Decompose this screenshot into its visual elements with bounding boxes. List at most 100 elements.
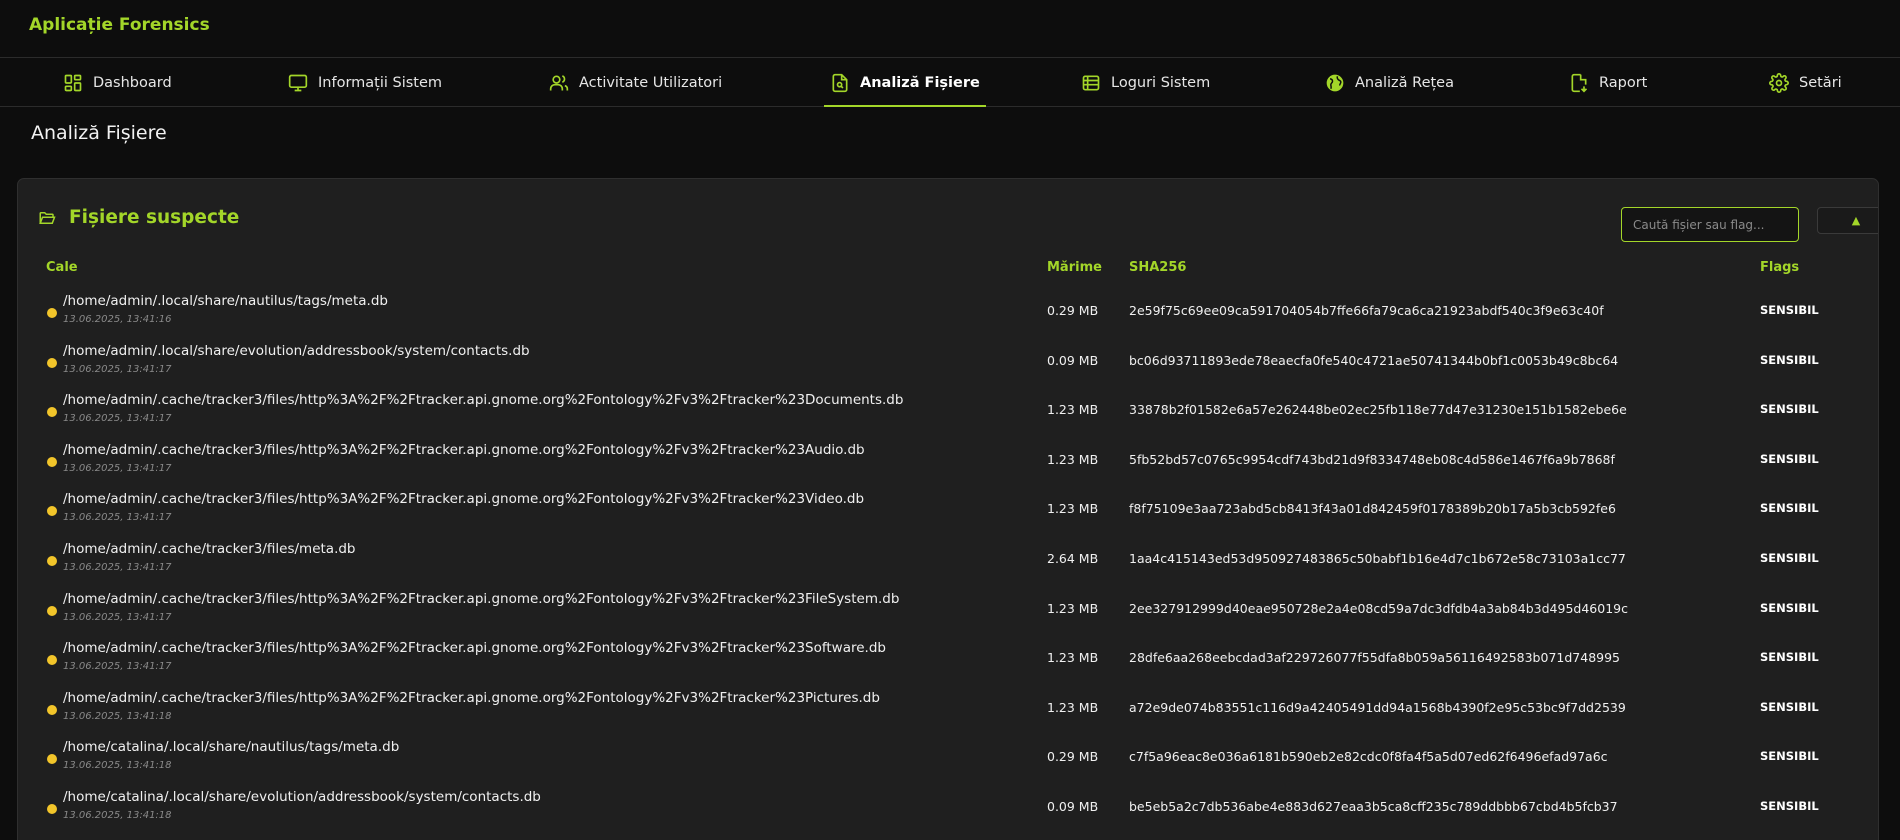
table-row[interactable]: /home/admin/.cache/tracker3/files/http%3… — [18, 630, 1878, 680]
flag-badge: SENSIBIL — [1760, 699, 1819, 714]
file-sha256: be5eb5a2c7db536abe4e883d627eaa3b5ca8cff2… — [1129, 798, 1618, 814]
file-sha256: 2ee327912999d40eae950728e2a4e08cd59a7dc3… — [1129, 600, 1628, 616]
file-timestamp: 13.06.2025, 13:41:17 — [63, 561, 172, 573]
file-size: 1.23 MB — [1047, 402, 1099, 418]
suspicious-files-card: Fișiere suspecte ▲ Cale Mărime SHA256 Fl… — [17, 178, 1879, 840]
page-title: Analiză Fișiere — [31, 122, 167, 144]
file-size: 0.09 MB — [1047, 352, 1099, 368]
file-path: /home/admin/.cache/tracker3/files/meta.d… — [63, 540, 356, 557]
table-row[interactable]: /home/admin/.cache/tracker3/files/http%3… — [18, 382, 1878, 432]
column-header-path[interactable]: Cale — [46, 260, 78, 275]
file-path: /home/admin/.cache/tracker3/files/http%3… — [63, 441, 865, 458]
card-header: Fișiere suspecte — [38, 207, 239, 228]
status-dot-icon — [47, 754, 57, 765]
file-timestamp: 13.06.2025, 13:41:17 — [63, 512, 172, 524]
nav-item-label: Analiză Rețea — [1355, 74, 1454, 91]
file-path: /home/admin/.cache/tracker3/files/http%3… — [63, 590, 900, 607]
flag-badge: SENSIBIL — [1760, 402, 1819, 417]
nav-item-file-analysis[interactable]: Analiză Fișiere — [824, 58, 986, 107]
main-nav: Dashboard Informații Sistem Activitate U… — [0, 58, 1900, 107]
table-row[interactable]: /home/admin/.cache/tracker3/files/http%3… — [18, 432, 1878, 482]
flag-badge: SENSIBIL — [1760, 600, 1819, 615]
users-icon — [549, 74, 569, 90]
flag-badge: SENSIBIL — [1760, 798, 1819, 813]
collapse-button[interactable]: ▲ — [1817, 207, 1878, 234]
file-sha256: 5fb52bd57c0765c9954cdf743bd21d9f8334748e… — [1129, 451, 1615, 467]
flag-badge: SENSIBIL — [1760, 451, 1819, 466]
flag-badge: SENSIBIL — [1760, 550, 1819, 565]
flag-badge: SENSIBIL — [1760, 650, 1819, 665]
file-path: /home/admin/.cache/tracker3/files/http%3… — [63, 392, 904, 409]
nav-item-system-info[interactable]: Informații Sistem — [288, 58, 442, 107]
app-title: Aplicație Forensics — [29, 14, 210, 35]
file-path: /home/admin/.local/share/nautilus/tags/m… — [63, 293, 388, 309]
table-row[interactable]: /home/catalina/.local/share/evolution/ad… — [18, 779, 1878, 829]
file-sha256: 2e59f75c69ee09ca591704054b7ffe66fa79ca6c… — [1129, 303, 1604, 318]
nav-item-label: Activitate Utilizatori — [579, 74, 723, 91]
globe-icon — [1326, 74, 1344, 91]
file-size: 2.64 MB — [1047, 550, 1099, 566]
flag-badge: SENSIBIL — [1760, 352, 1819, 367]
status-dot-icon — [47, 308, 57, 318]
file-search-icon — [832, 73, 848, 92]
table-row[interactable]: /home/admin/.cache/tracker3/files/meta.d… — [18, 531, 1878, 581]
file-search-input[interactable] — [1621, 207, 1799, 242]
table-row[interactable]: /home/catalina/.local/share/nautilus/tag… — [18, 729, 1878, 779]
file-size: 1.23 MB — [1047, 600, 1099, 616]
status-dot-icon — [47, 555, 57, 566]
file-size: 0.29 MB — [1047, 749, 1099, 765]
file-path: /home/catalina/.local/share/evolution/ad… — [63, 788, 541, 805]
file-size: 1.23 MB — [1047, 699, 1099, 715]
status-dot-icon — [47, 605, 57, 616]
table-row[interactable]: /home/admin/.local/share/evolution/addre… — [18, 333, 1878, 383]
nav-item-label: Informații Sistem — [318, 74, 443, 91]
table-row[interactable]: /home/admin/.cache/tracker3/files/http%3… — [18, 581, 1878, 631]
dashboard-grid-icon — [64, 74, 82, 91]
nav-item-settings[interactable]: Setări — [1769, 58, 1842, 107]
file-timestamp: 13.06.2025, 13:41:16 — [63, 314, 172, 325]
file-sha256: f8f75109e3aa723abd5cb8413f43a01d842459f0… — [1129, 501, 1616, 517]
nav-item-label: Raport — [1599, 74, 1648, 91]
column-header-flags[interactable]: Flags — [1760, 260, 1799, 275]
table-row[interactable]: /home/admin/.cache/tracker3/files/http%3… — [18, 680, 1878, 730]
nav-item-network-analysis[interactable]: Analiză Rețea — [1325, 58, 1454, 107]
file-size: 0.09 MB — [1047, 798, 1099, 814]
flag-badge: SENSIBIL — [1760, 501, 1819, 516]
file-download-icon — [1571, 73, 1588, 93]
file-sha256: 33878b2f01582e6a57e262448be02ec25fb118e7… — [1129, 402, 1627, 418]
status-dot-icon — [47, 407, 57, 418]
file-timestamp: 13.06.2025, 13:41:17 — [63, 661, 172, 673]
flag-badge: SENSIBIL — [1760, 303, 1819, 317]
file-timestamp: 13.06.2025, 13:41:18 — [63, 760, 172, 772]
file-path: /home/admin/.local/share/evolution/addre… — [63, 342, 530, 359]
nav-item-label: Loguri Sistem — [1111, 74, 1211, 91]
status-dot-icon — [47, 506, 57, 517]
table-list-icon — [1082, 75, 1100, 90]
nav-item-dashboard[interactable]: Dashboard — [63, 58, 172, 107]
file-timestamp: 13.06.2025, 13:41:17 — [63, 413, 172, 425]
column-header-sha256[interactable]: SHA256 — [1129, 260, 1186, 275]
nav-item-label: Analiză Fișiere — [860, 74, 980, 91]
status-dot-icon — [47, 456, 57, 467]
file-size: 1.23 MB — [1047, 451, 1099, 467]
file-path: /home/catalina/.local/share/nautilus/tag… — [63, 739, 400, 756]
nav-item-user-activity[interactable]: Activitate Utilizatori — [549, 58, 722, 107]
folder-open-icon — [39, 211, 56, 224]
file-sha256: c7f5a96eac8e036a6181b590eb2e82cdc0f8fa4f… — [1129, 749, 1608, 765]
column-header-size[interactable]: Mărime — [1047, 260, 1102, 275]
nav-item-report[interactable]: Raport — [1569, 58, 1647, 107]
file-sha256: bc06d93711893ede78eaecfa0fe540c4721ae507… — [1129, 352, 1619, 368]
status-dot-icon — [47, 655, 57, 666]
files-table-body: /home/admin/.local/share/nautilus/tags/m… — [18, 283, 1878, 829]
file-size: 0.29 MB — [1047, 303, 1099, 318]
app-header: Aplicație Forensics — [0, 0, 1900, 58]
file-size: 1.23 MB — [1047, 501, 1099, 517]
file-size: 1.23 MB — [1047, 650, 1099, 666]
status-dot-icon — [47, 357, 57, 368]
table-row[interactable]: /home/admin/.cache/tracker3/files/http%3… — [18, 481, 1878, 531]
card-title: Fișiere suspecte — [69, 207, 240, 228]
monitor-icon — [288, 74, 308, 91]
file-timestamp: 13.06.2025, 13:41:18 — [63, 809, 172, 821]
nav-item-system-logs[interactable]: Loguri Sistem — [1081, 58, 1210, 107]
table-row[interactable]: /home/admin/.local/share/nautilus/tags/m… — [18, 283, 1878, 333]
